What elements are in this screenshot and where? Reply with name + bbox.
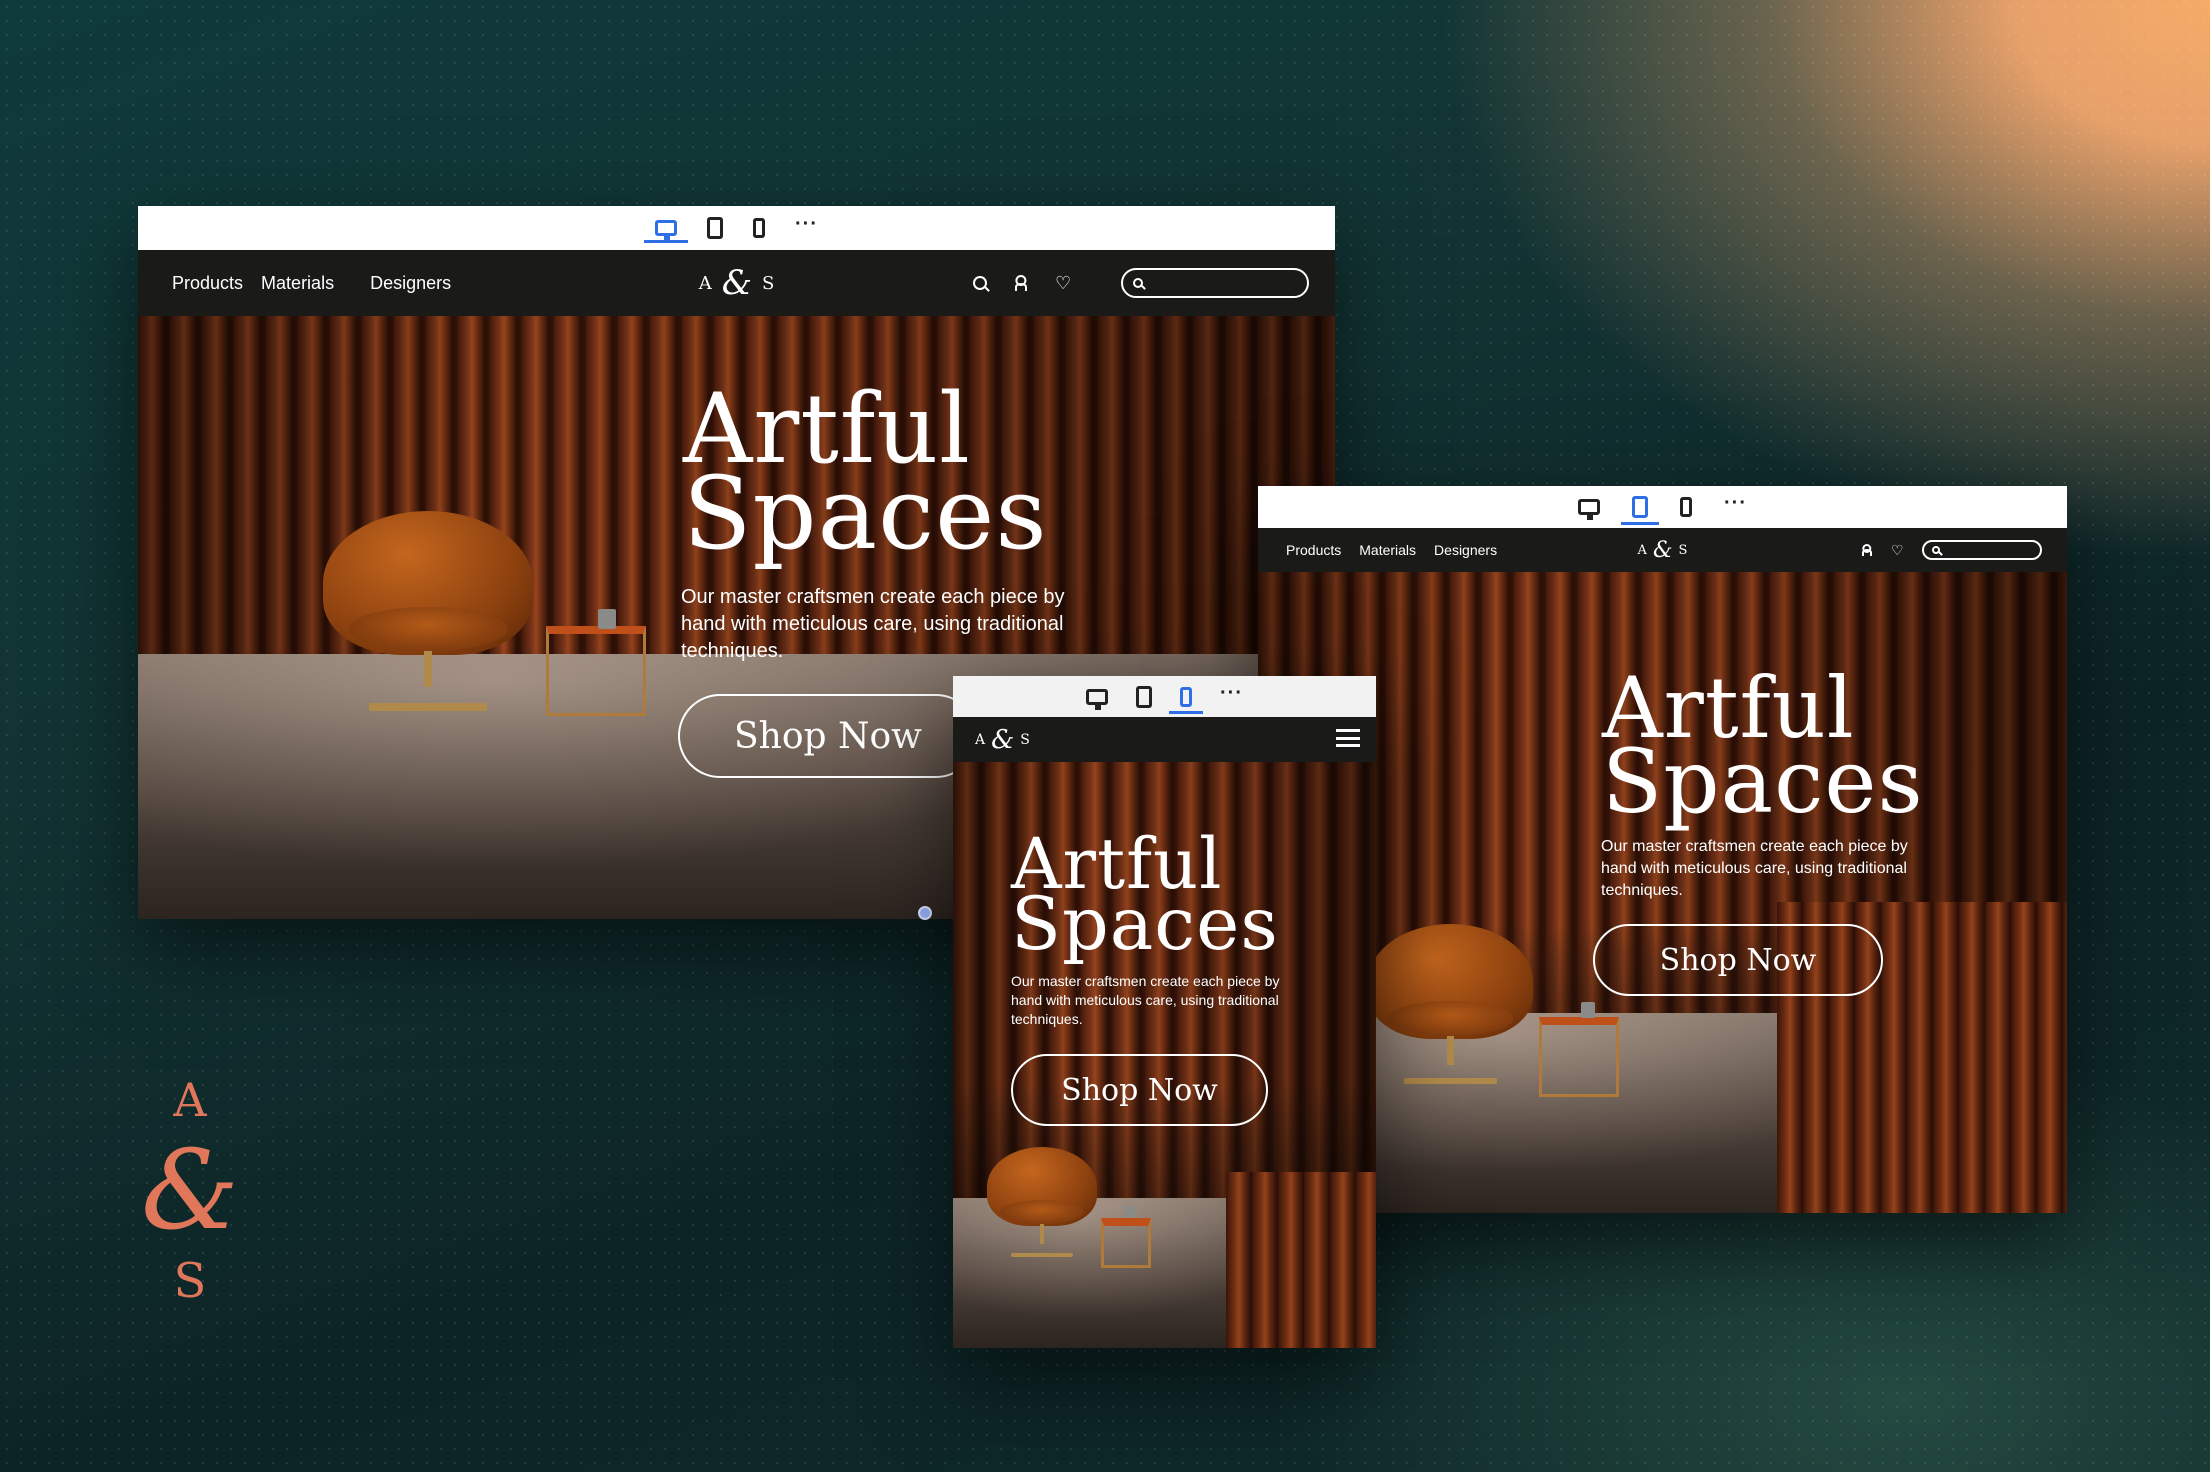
hero-title-line-2: Spaces [1011, 882, 1279, 968]
menu-icon[interactable] [1336, 729, 1360, 747]
hero-title: Artful Spaces [1602, 666, 1924, 834]
nav-links: Products Materials Designers [172, 273, 451, 294]
user-icon[interactable] [1013, 275, 1029, 291]
hero-section: Artful Spaces Our master craftsmen creat… [1258, 572, 2067, 1213]
device-toolbar: ··· [953, 676, 1376, 717]
site-navbar: Products Materials Designers A & S ♡ [1258, 528, 2067, 572]
hero-title-line-2: Spaces [683, 454, 1048, 572]
nav-products[interactable]: Products [1286, 542, 1341, 558]
more-options-icon[interactable]: ··· [795, 214, 818, 237]
site-logo[interactable]: A & S [975, 725, 1030, 755]
site-logo[interactable]: A & S [1638, 538, 1688, 563]
search-input[interactable] [1921, 540, 2042, 560]
shop-now-button[interactable]: Shop Now [1593, 924, 1883, 996]
mobile-icon[interactable] [753, 218, 765, 238]
mobile-preview-window: ··· A & S Artful Spaces Our master craft… [953, 676, 1376, 1348]
logo-s: S [1020, 731, 1030, 748]
shop-now-button[interactable]: Shop Now [678, 694, 978, 778]
logo-a: A [1637, 542, 1647, 558]
site-navbar: A & S [953, 717, 1376, 762]
active-indicator [1169, 710, 1203, 714]
tablet-preview-window: ··· Products Materials Designers A & S ♡ [1258, 486, 2067, 1213]
side-table-image [1539, 1017, 1619, 1097]
desktop-icon[interactable] [1086, 688, 1108, 710]
user-icon[interactable] [1861, 544, 1873, 556]
device-toolbar: ··· [138, 206, 1335, 250]
nav-materials[interactable]: Materials [261, 273, 334, 294]
armchair-image [1368, 924, 1533, 1084]
logo-ampersand: & [721, 263, 752, 303]
nav-products[interactable]: Products [172, 273, 243, 294]
side-table-image [546, 626, 646, 716]
desktop-icon[interactable] [644, 220, 688, 243]
logo-s: S [761, 272, 775, 294]
desktop-icon[interactable] [1578, 499, 1600, 520]
tablet-icon[interactable] [1136, 685, 1152, 708]
hero-description: Our master craftsmen create each piece b… [1011, 973, 1280, 1027]
right-curtain [1226, 1172, 1376, 1348]
device-toolbar: ··· [1258, 486, 2067, 528]
armchair-image [987, 1147, 1097, 1257]
search-icon [1133, 278, 1144, 288]
logo-a: A [975, 731, 986, 748]
hero-description: Our master craftsmen create each piece b… [1601, 838, 1908, 899]
cup-image [598, 609, 616, 629]
nav-designers[interactable]: Designers [1434, 542, 1497, 558]
nav-actions: ♡ [1861, 540, 2042, 560]
active-indicator [1621, 522, 1659, 525]
mobile-icon[interactable] [1680, 497, 1692, 517]
heart-icon[interactable]: ♡ [1891, 543, 1904, 557]
nav-materials[interactable]: Materials [1359, 542, 1416, 558]
heart-icon[interactable]: ♡ [1055, 274, 1071, 292]
brand-letter-s: S [173, 1253, 207, 1309]
nav-actions: ♡ [973, 268, 1310, 298]
hero-title: Artful Spaces [683, 381, 1048, 572]
cup-image [1125, 1206, 1135, 1218]
brand-ampersand: & [141, 1126, 239, 1254]
tablet-icon[interactable] [1621, 496, 1659, 525]
logo-s: S [1678, 542, 1688, 558]
search-icon [1931, 546, 1940, 554]
armchair-image [323, 511, 533, 711]
mobile-icon[interactable] [1169, 686, 1203, 714]
side-table-image [1101, 1218, 1151, 1268]
brand-letter-a: A [173, 1073, 207, 1127]
tablet-icon[interactable] [707, 217, 723, 239]
hero-title-line-2: Spaces [1602, 730, 1924, 834]
logo-ampersand: & [1652, 537, 1673, 563]
search-icon[interactable] [973, 276, 987, 290]
more-options-icon[interactable]: ··· [1724, 493, 1747, 516]
site-navbar: Products Materials Designers A & S ♡ [138, 250, 1335, 316]
search-input[interactable] [1121, 268, 1310, 298]
hero-title: Artful Spaces [1011, 829, 1279, 968]
nav-links: Products Materials Designers [1286, 542, 1497, 558]
side-brand-mark: A & S [140, 1070, 240, 1312]
logo-a: A [698, 272, 712, 294]
hero-section: Artful Spaces Our master craftsmen creat… [953, 762, 1376, 1348]
logo-ampersand: & [991, 724, 1015, 755]
resize-handle[interactable] [918, 906, 932, 920]
nav-designers[interactable]: Designers [370, 273, 451, 294]
cup-image [1581, 1002, 1595, 1018]
site-logo[interactable]: A & S [699, 263, 775, 303]
active-indicator [644, 240, 688, 243]
more-options-icon[interactable]: ··· [1220, 683, 1243, 706]
hero-description: Our master craftsmen create each piece b… [681, 586, 1065, 662]
shop-now-button[interactable]: Shop Now [1011, 1054, 1268, 1126]
